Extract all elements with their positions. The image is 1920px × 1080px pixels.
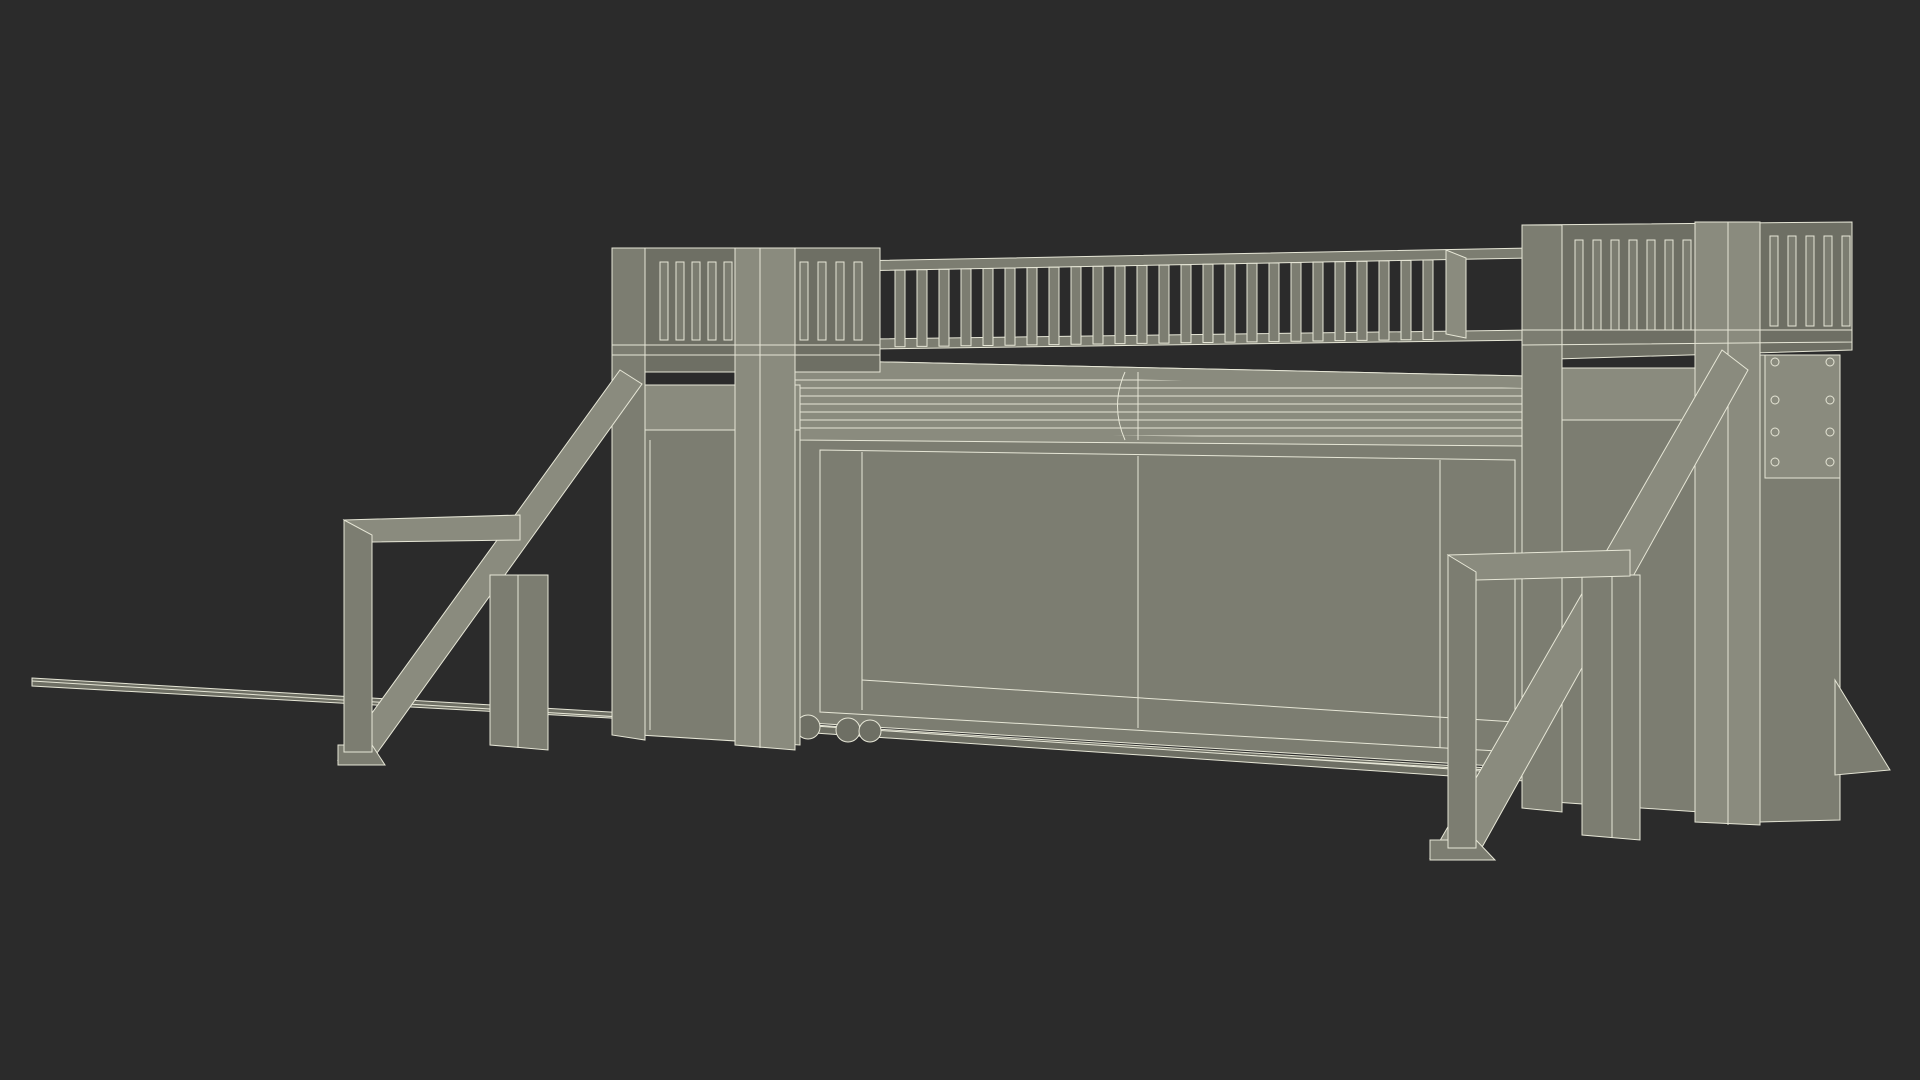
wheel [858, 719, 882, 743]
railing-bar [982, 267, 994, 346]
railing-bar [675, 261, 685, 341]
railing-bar [1682, 239, 1692, 331]
railing-bar [1574, 239, 1584, 331]
railing-bar [1290, 262, 1302, 342]
railing-bar [1246, 262, 1258, 343]
wheel [835, 717, 861, 743]
railing-bar [894, 269, 906, 348]
railing-bar [817, 261, 827, 341]
railing-bar [1841, 235, 1851, 327]
railing-bar [1312, 261, 1324, 342]
railing-bar [1646, 239, 1656, 331]
railing-bar [1378, 260, 1390, 341]
railing-bar [1224, 263, 1236, 343]
railing-bar [1048, 266, 1060, 346]
bolt [1825, 357, 1835, 367]
railing-bar [1268, 262, 1280, 343]
sliding-gate-panel [794, 359, 1526, 769]
railing-bar [1180, 264, 1192, 344]
railing-bar [853, 261, 863, 341]
railing-bar [1114, 265, 1126, 345]
railing-bar [1592, 239, 1602, 331]
railing-bar [1202, 263, 1214, 343]
railing-bar [1769, 235, 1779, 327]
bolt [1825, 427, 1835, 437]
railing-bar [835, 261, 845, 341]
railing-bar [1070, 266, 1082, 345]
railing-bar [1805, 235, 1815, 327]
railing-bar [1334, 261, 1346, 342]
railing-bar [1628, 239, 1638, 331]
railing-bar [691, 261, 701, 341]
railing-bar [916, 269, 928, 347]
railing-bar [659, 261, 669, 341]
bolt [1770, 427, 1780, 437]
railing-bar [960, 268, 972, 347]
railing-bar [1004, 267, 1016, 346]
right-tower [1521, 221, 1891, 826]
railing-bar [799, 261, 809, 341]
render-viewport [0, 0, 1920, 1080]
bolt [1770, 395, 1780, 405]
railing-bar [723, 261, 733, 341]
railing-bar [1158, 264, 1170, 344]
bolt [1825, 395, 1835, 405]
railing-bar [1664, 239, 1674, 331]
railing-bar [707, 261, 717, 341]
railing-bar [1356, 260, 1368, 341]
bolt [1770, 457, 1780, 467]
railing-bar [1026, 267, 1038, 346]
railing-bar [938, 268, 950, 347]
bolt [1770, 357, 1780, 367]
railing-bar [1787, 235, 1797, 327]
railing-bar [1092, 265, 1104, 345]
railing-bar [1823, 235, 1833, 327]
bolt [1825, 457, 1835, 467]
railing-bar [1136, 265, 1148, 344]
railing-bar [1400, 259, 1412, 341]
railing-bar [1422, 259, 1434, 340]
railing-bar [1610, 239, 1620, 331]
